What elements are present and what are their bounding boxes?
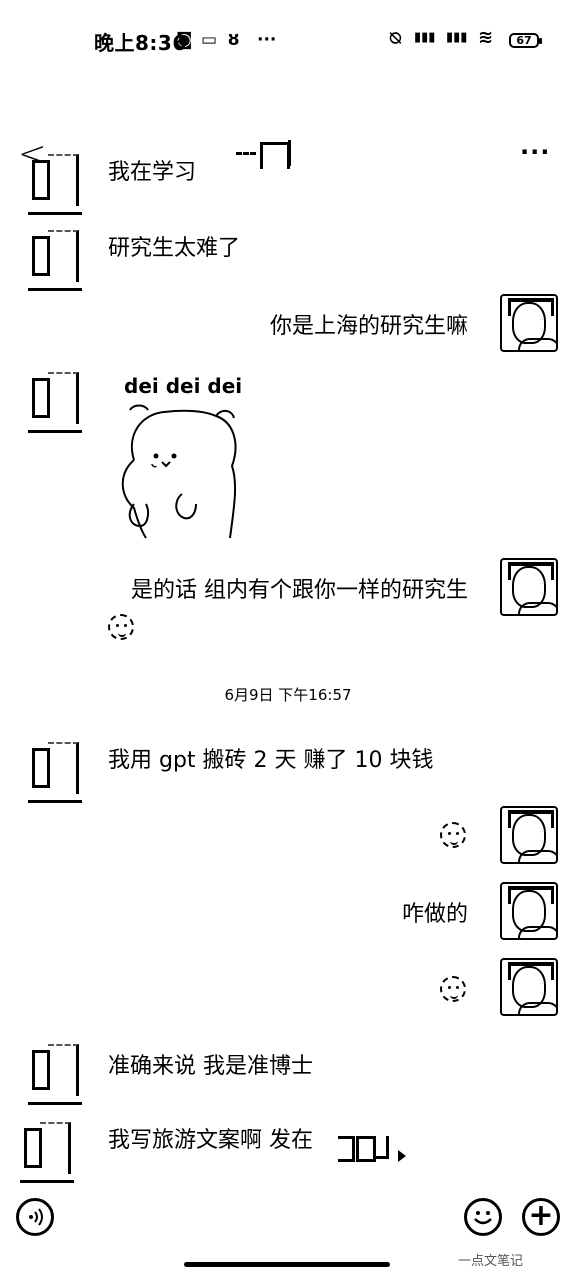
contact-name-redacted xyxy=(236,140,308,169)
chat-header: < ··· xyxy=(0,64,576,171)
sticker-image[interactable]: dei dei dei xyxy=(112,372,252,542)
signal-icon-1: ▮▮▮ xyxy=(414,30,436,45)
message-text: 我用 gpt 搬砖 2 天 赚了 10 块钱 xyxy=(108,748,434,773)
user-avatar[interactable] xyxy=(500,958,558,1016)
message-text: 是的话 组内有个跟你一样的研究生 xyxy=(131,578,468,603)
message-text: 我写旅游文案啊 发在 xyxy=(108,1128,313,1153)
message-text: 咋做的 xyxy=(401,902,468,927)
input-toolbar: + xyxy=(0,1188,576,1248)
more-options-button[interactable]: ··· xyxy=(520,138,550,166)
message-text: 研究生太难了 xyxy=(108,236,241,261)
add-button[interactable]: + xyxy=(522,1198,560,1236)
smile-emoji-icon xyxy=(440,976,466,1002)
status-time: 晚上8:36 xyxy=(94,31,187,55)
smile-emoji-icon xyxy=(108,614,134,640)
app-icon: ◙ xyxy=(176,30,193,50)
message-text: 你是上海的研究生嘛 xyxy=(269,314,468,339)
message-text: 我在学习 xyxy=(108,160,197,185)
contact-avatar[interactable] xyxy=(28,1042,82,1105)
contact-avatar[interactable] xyxy=(28,370,82,433)
contact-avatar[interactable] xyxy=(28,152,82,215)
message-icon: ▭ xyxy=(201,30,218,50)
bear-sticker-icon xyxy=(121,404,237,539)
message-text: 准确来说 我是准博士 xyxy=(108,1054,313,1079)
home-indicator[interactable] xyxy=(184,1262,390,1267)
chat-timestamp: 6月9日 下午16:57 xyxy=(224,686,352,704)
redacted-text xyxy=(338,1132,390,1162)
voice-input-button[interactable] xyxy=(16,1198,54,1236)
emoji-button[interactable] xyxy=(464,1198,502,1236)
signal-icon-2: ▮▮▮ xyxy=(446,30,468,45)
cursor-icon xyxy=(398,1150,406,1162)
sticker-caption: dei dei dei xyxy=(124,374,243,398)
watermark-text: 一点文笔记 xyxy=(458,1254,524,1269)
voice-icon xyxy=(29,1208,43,1226)
user-avatar[interactable] xyxy=(500,806,558,864)
user-avatar[interactable] xyxy=(500,558,558,616)
more-status-icon: ··· xyxy=(257,30,277,50)
contact-avatar[interactable] xyxy=(20,1120,74,1183)
angry-emoji-icon xyxy=(440,822,466,848)
mute-icon: ⍉ xyxy=(390,28,401,49)
wifi-icon: ≋ xyxy=(478,27,494,48)
user-avatar[interactable] xyxy=(500,294,558,352)
emoji-icon xyxy=(474,1211,492,1225)
battery-indicator: 67 xyxy=(509,33,542,48)
contact-avatar[interactable] xyxy=(28,740,82,803)
contact-avatar[interactable] xyxy=(28,228,82,291)
user-avatar[interactable] xyxy=(500,882,558,940)
notification-icon: ȣ xyxy=(228,30,240,50)
